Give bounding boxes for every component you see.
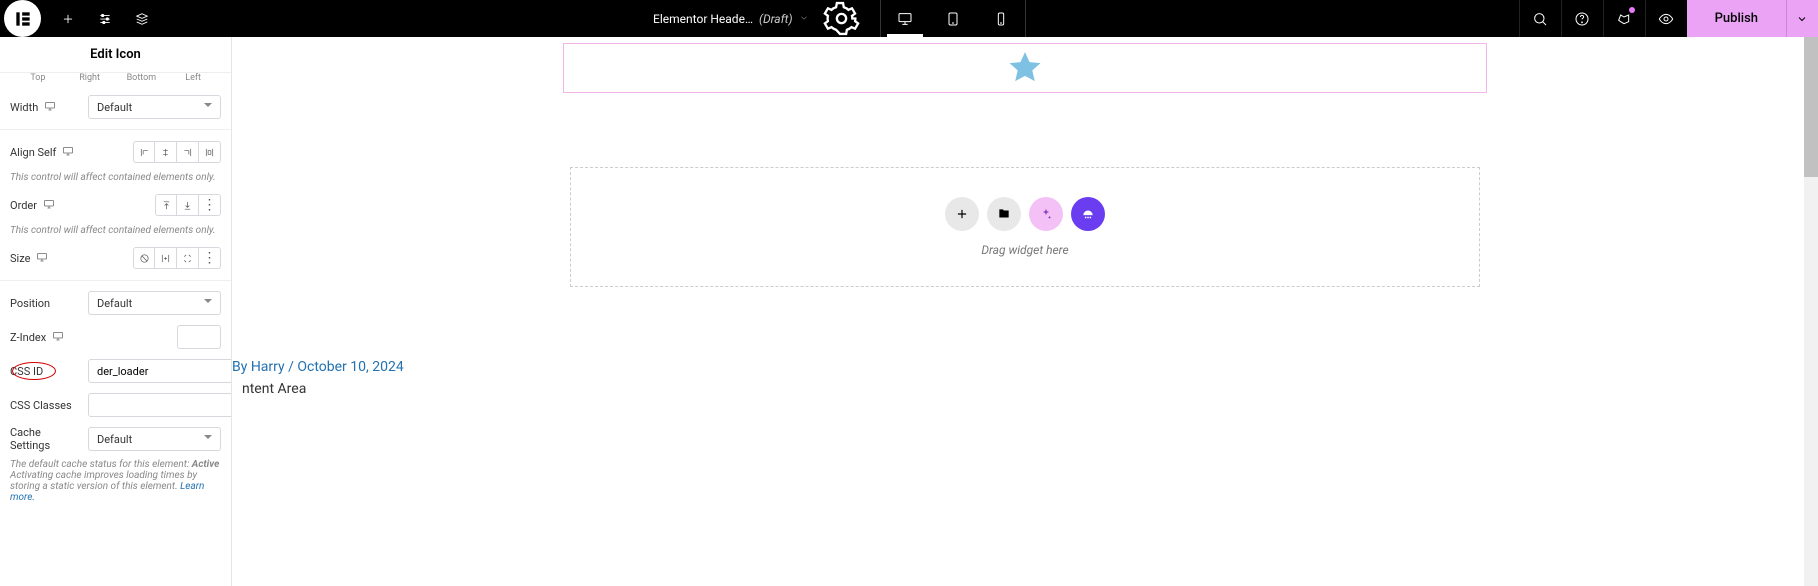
- cssclasses-input[interactable]: [88, 393, 231, 417]
- cache-help-text: The default cache status for this elemen…: [10, 459, 221, 503]
- cache-select[interactable]: Default: [88, 427, 221, 451]
- finder-search-button[interactable]: [1519, 0, 1561, 37]
- top-bar: Elementor Heade… (Draft): [0, 0, 1818, 37]
- topbar-right: Publish: [1519, 0, 1818, 37]
- width-label: Width: [10, 100, 82, 115]
- cssid-label: CSS ID: [10, 365, 82, 378]
- size-buttons: ⋮: [133, 247, 221, 269]
- align-self-buttons: [133, 141, 221, 163]
- publish-button[interactable]: Publish: [1687, 0, 1786, 37]
- order-buttons: ⋮: [155, 194, 221, 216]
- vertical-scrollbar[interactable]: [1804, 37, 1818, 586]
- order-custom-button[interactable]: ⋮: [199, 194, 221, 216]
- cssid-control: CSS ID: [10, 357, 221, 385]
- document-info: Elementor Heade… (Draft): [653, 0, 870, 37]
- empty-section-dropzone[interactable]: Drag widget here: [570, 167, 1480, 287]
- mobile-view-button[interactable]: [977, 0, 1025, 37]
- desktop-icon[interactable]: [43, 198, 55, 213]
- size-grow-button[interactable]: [155, 247, 177, 269]
- order-end-button[interactable]: [177, 194, 199, 216]
- label-right: Right: [64, 73, 116, 83]
- size-label: Size: [10, 251, 82, 266]
- cache-label: Cache Settings: [10, 426, 82, 452]
- desktop-icon[interactable]: [36, 251, 48, 266]
- document-settings-button[interactable]: [823, 0, 860, 37]
- zindex-input[interactable]: [177, 325, 221, 349]
- ai-generate-button[interactable]: [1029, 197, 1063, 231]
- width-control: Width Default: [10, 93, 221, 121]
- align-end-button[interactable]: [177, 141, 199, 163]
- position-select[interactable]: Default: [88, 291, 221, 315]
- add-section-buttons: [945, 197, 1105, 231]
- responsive-switcher: [880, 0, 1026, 37]
- icon-widget-container[interactable]: [563, 43, 1487, 93]
- settings-sliders-button[interactable]: [86, 0, 123, 37]
- align-stretch-button[interactable]: [199, 141, 221, 163]
- document-title: Elementor Heade…: [653, 12, 753, 26]
- size-none-button[interactable]: [133, 247, 155, 269]
- add-element-button[interactable]: [49, 0, 86, 37]
- document-status: (Draft): [759, 12, 793, 26]
- align-help-text: This control will affect contained eleme…: [10, 172, 221, 183]
- position-control: Position Default: [10, 289, 221, 317]
- editor-canvas[interactable]: Drag widget here By Harry / October 10, …: [232, 37, 1818, 586]
- star-icon: [1006, 49, 1044, 87]
- align-self-control: Align Self: [10, 138, 221, 166]
- help-button[interactable]: [1561, 0, 1603, 37]
- content-area-label: ntent Area: [242, 381, 306, 397]
- order-help-text: This control will affect contained eleme…: [10, 225, 221, 236]
- width-select[interactable]: Default: [88, 95, 221, 119]
- container-presets-button[interactable]: [1071, 197, 1105, 231]
- desktop-icon[interactable]: [52, 330, 64, 345]
- add-template-button[interactable]: [987, 197, 1021, 231]
- document-title-wrap[interactable]: Elementor Heade… (Draft): [653, 12, 809, 26]
- spacing-side-labels: Top Right Bottom Left: [10, 73, 221, 87]
- main-layout: Edit Icon Top Right Bottom Left Width De…: [0, 37, 1818, 586]
- cssid-input[interactable]: [88, 359, 231, 383]
- add-widget-button[interactable]: [945, 197, 979, 231]
- order-start-button[interactable]: [155, 194, 177, 216]
- publish-options-button[interactable]: [1786, 0, 1818, 37]
- whats-new-button[interactable]: [1603, 0, 1645, 37]
- size-custom-button[interactable]: ⋮: [199, 247, 221, 269]
- desktop-icon[interactable]: [62, 145, 74, 160]
- panel-title: Edit Icon: [0, 37, 231, 73]
- position-label: Position: [10, 297, 82, 310]
- cssclasses-control: CSS Classes: [10, 391, 221, 419]
- label-left: Left: [167, 73, 219, 83]
- desktop-view-button[interactable]: [881, 0, 929, 37]
- align-self-label: Align Self: [10, 145, 82, 160]
- align-center-button[interactable]: [155, 141, 177, 163]
- drop-hint-text: Drag widget here: [981, 243, 1068, 257]
- size-control: Size ⋮: [10, 244, 221, 272]
- zindex-label: Z-Index: [10, 330, 82, 345]
- preview-button[interactable]: [1645, 0, 1687, 37]
- align-start-button[interactable]: [133, 141, 155, 163]
- order-control: Order ⋮: [10, 191, 221, 219]
- structure-button[interactable]: [123, 0, 160, 37]
- chevron-down-icon: [799, 12, 809, 26]
- label-top: Top: [12, 73, 64, 83]
- panel-body: Top Right Bottom Left Width Default Alig…: [0, 73, 231, 586]
- zindex-control: Z-Index: [10, 323, 221, 351]
- cache-control: Cache Settings Default: [10, 425, 221, 453]
- order-label: Order: [10, 198, 82, 213]
- topbar-left: [0, 0, 160, 37]
- editor-panel: Edit Icon Top Right Bottom Left Width De…: [0, 37, 232, 586]
- label-bottom: Bottom: [116, 73, 168, 83]
- size-shrink-button[interactable]: [177, 247, 199, 269]
- scrollbar-thumb[interactable]: [1804, 37, 1818, 177]
- elementor-logo[interactable]: [4, 0, 41, 37]
- cssclasses-label: CSS Classes: [10, 399, 82, 412]
- notification-dot-icon: [1629, 7, 1635, 13]
- desktop-icon[interactable]: [44, 100, 56, 115]
- tablet-view-button[interactable]: [929, 0, 977, 37]
- post-byline[interactable]: By Harry / October 10, 2024: [232, 359, 404, 375]
